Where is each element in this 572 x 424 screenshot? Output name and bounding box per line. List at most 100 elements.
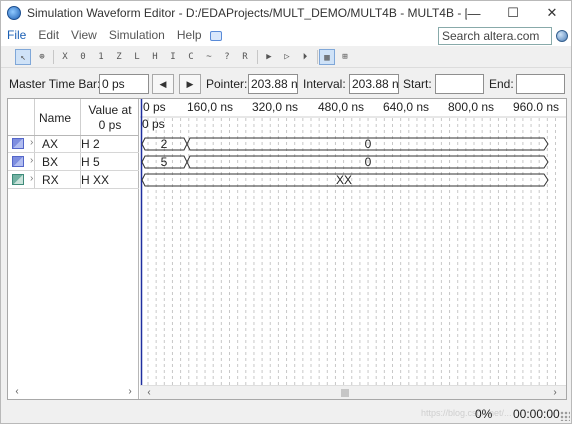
elapsed-time: 00:00:00 [513, 407, 560, 421]
waveform-display[interactable]: 0 ps 160,0 ns 320,0 ns 480,0 ns 640,0 ns… [140, 99, 566, 399]
window-title: Simulation Waveform Editor - D:/EDAProje… [27, 6, 467, 20]
overwrite-clock-icon[interactable]: ~ [201, 49, 217, 65]
forcing-high-icon[interactable]: 1 [93, 49, 109, 65]
maximize-button[interactable]: ☐ [494, 1, 532, 25]
snap-to-grid-icon[interactable]: ▦ [319, 49, 335, 65]
signal-row-ax[interactable]: › AX H 2 [8, 135, 139, 153]
globe-icon[interactable] [556, 30, 568, 42]
status-bar: https://blog.csdn.net/... 0% 00:00:00 [1, 403, 571, 423]
timing-simulation-icon[interactable]: ▷ [279, 49, 295, 65]
watermark-text: https://blog.csdn.net/... [421, 408, 512, 418]
menu-simulation[interactable]: Simulation [103, 25, 171, 46]
bus-value: 5 [161, 155, 168, 169]
toolbar: ↖ ⊕ X 0 1 Z L H I C ~ ? R ▶ ▷ ⏵ ▦ ⊞ [1, 46, 571, 68]
signal-value: H XX [81, 173, 110, 187]
interval-label: Interval: [303, 77, 346, 91]
signal-row-rx[interactable]: › RX H XX [8, 171, 139, 189]
waveform-bx[interactable]: 5 0 [141, 155, 549, 169]
input-pin-icon [12, 156, 24, 167]
waveform-panel: Name Value at 0 ps › AX H 2 › BX H 5 › R… [7, 98, 567, 400]
quartus-app-icon [7, 6, 21, 20]
bus-value: 0 [365, 155, 372, 169]
time-tick-label: 800,0 ns [448, 100, 494, 114]
high-impedance-icon[interactable]: Z [111, 49, 127, 65]
minimize-button[interactable]: — [455, 1, 493, 25]
signal-value: H 5 [81, 155, 100, 169]
expand-chevron-icon[interactable]: › [30, 173, 33, 184]
resize-grip-icon[interactable] [560, 411, 570, 421]
bus-value: 0 [365, 137, 372, 151]
pointer-field[interactable]: 203.88 ns [248, 74, 298, 94]
time-tick-label: 480,0 ns [318, 100, 364, 114]
time-grid [147, 118, 556, 385]
time-tick-label: 0 ps [143, 100, 166, 114]
time-tick-label: 960.0 ns [513, 100, 559, 114]
value-at-time: 0 ps [98, 118, 122, 132]
menu-edit[interactable]: Edit [32, 25, 65, 46]
scroll-left-icon[interactable]: ‹ [10, 385, 24, 399]
signal-name: RX [42, 173, 59, 187]
menu-file[interactable]: File [1, 25, 32, 46]
name-column-header: Name [39, 111, 72, 125]
menu-help[interactable]: Help [171, 25, 208, 46]
waveform-scrollbar[interactable]: ‹ › [140, 385, 566, 399]
expand-chevron-icon[interactable]: › [30, 137, 33, 148]
search-input[interactable]: Search altera.com [438, 27, 552, 45]
input-pin-icon [12, 138, 24, 149]
pointer-label: Pointer: [206, 77, 248, 91]
time-tick-label: 160,0 ns [187, 100, 233, 114]
grid-settings-icon[interactable]: ⊞ [337, 49, 353, 65]
functional-simulation-icon[interactable]: ▶ [261, 49, 277, 65]
waveform-rx[interactable]: XX [141, 173, 549, 187]
master-time-bar-label: Master Time Bar: [9, 77, 101, 91]
scroll-left-icon[interactable]: ‹ [142, 386, 156, 400]
value-column-header: Value at 0 ps [84, 103, 136, 133]
interval-field[interactable]: 203.88 ns [349, 74, 399, 94]
signal-value: H 2 [81, 137, 100, 151]
signal-list: Name Value at 0 ps › AX H 2 › BX H 5 › R… [8, 99, 139, 399]
scroll-right-icon[interactable]: › [123, 385, 137, 399]
expand-chevron-icon[interactable]: › [30, 155, 33, 166]
cursor-time-label: 0 ps [142, 117, 165, 131]
signal-name: AX [42, 137, 59, 151]
value-at-label: Value at [88, 103, 132, 117]
invert-icon[interactable]: I [165, 49, 181, 65]
next-transition-button[interactable]: ▶ [179, 74, 201, 94]
time-bar: Master Time Bar: 0 ps ◀ ▶ Pointer: 203.8… [1, 71, 571, 97]
random-value-icon[interactable]: R [237, 49, 253, 65]
help-search-icon[interactable] [209, 30, 222, 41]
signal-row-bx[interactable]: › BX H 5 [8, 153, 139, 171]
time-ruler: 0 ps 160,0 ns 320,0 ns 480,0 ns 640,0 ns… [143, 100, 559, 114]
forcing-low-icon[interactable]: 0 [75, 49, 91, 65]
menu-bar: File Edit View Simulation Help Search al… [1, 25, 571, 46]
time-tick-label: 640,0 ns [383, 100, 429, 114]
start-label: Start: [403, 77, 432, 91]
count-value-icon[interactable]: C [183, 49, 199, 65]
master-time-field[interactable]: 0 ps [99, 74, 149, 94]
close-button[interactable]: ✕ [533, 1, 571, 25]
progress-percent: 0% [475, 407, 493, 421]
waveform-ax[interactable]: 2 0 [141, 137, 549, 151]
menu-view[interactable]: View [65, 25, 103, 46]
arbitrary-value-icon[interactable]: ? [219, 49, 235, 65]
selection-tool-icon[interactable]: ↖ [15, 49, 31, 65]
scrollbar-thumb[interactable] [341, 389, 349, 397]
end-field[interactable] [516, 74, 565, 94]
time-tick-label: 320,0 ns [252, 100, 298, 114]
signal-name: BX [42, 155, 59, 169]
zoom-tool-icon[interactable]: ⊕ [34, 49, 50, 65]
name-scrollbar[interactable]: ‹ › [8, 385, 139, 399]
end-label: End: [489, 77, 514, 91]
previous-transition-button[interactable]: ◀ [152, 74, 174, 94]
weak-high-icon[interactable]: H [147, 49, 163, 65]
waveform-editor-window: Simulation Waveform Editor - D:/EDAProje… [0, 0, 572, 424]
weak-low-icon[interactable]: L [129, 49, 145, 65]
waveform-canvas[interactable]: 0 ps 160,0 ns 320,0 ns 480,0 ns 640,0 ns… [140, 99, 566, 399]
forcing-unknown-icon[interactable]: X [57, 49, 73, 65]
start-field[interactable] [435, 74, 484, 94]
scroll-right-icon[interactable]: › [548, 386, 562, 400]
bus-value: XX [336, 173, 352, 187]
output-pin-icon [12, 174, 24, 185]
netlist-simulation-icon[interactable]: ⏵ [297, 49, 313, 65]
title-bar: Simulation Waveform Editor - D:/EDAProje… [1, 1, 571, 25]
